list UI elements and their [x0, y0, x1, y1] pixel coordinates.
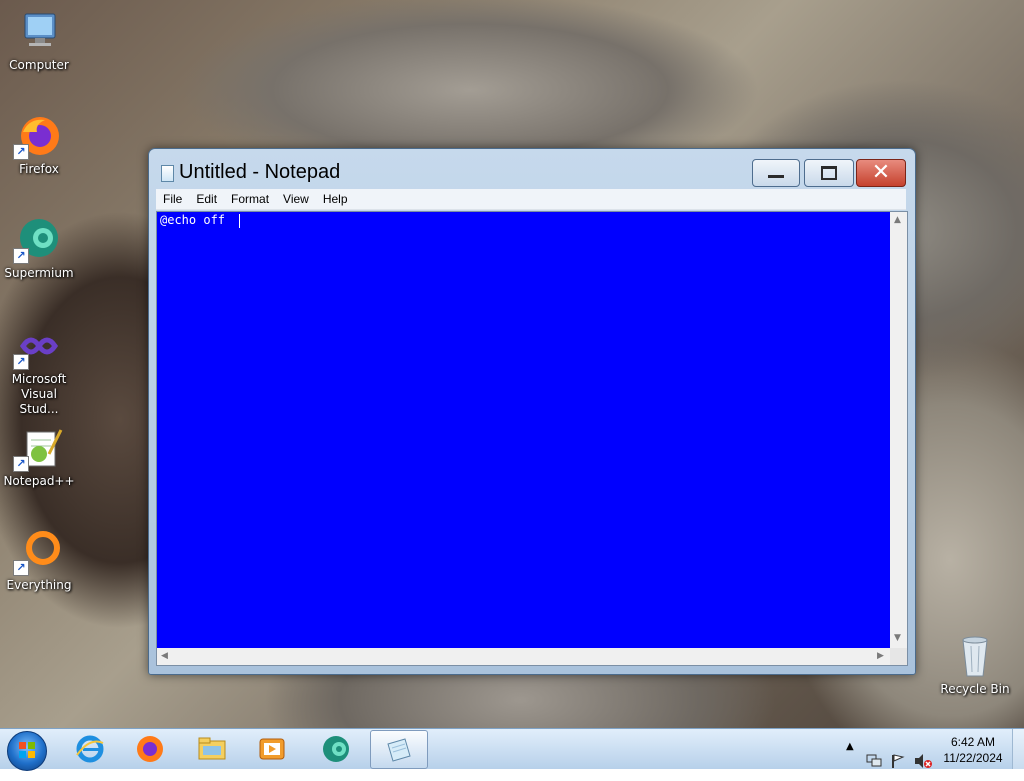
- menu-format[interactable]: Format: [224, 192, 276, 206]
- taskbar-internet-explorer[interactable]: [62, 730, 118, 767]
- show-desktop-button[interactable]: [1012, 729, 1024, 769]
- desktop-icon-computer[interactable]: Computer: [1, 8, 77, 73]
- menu-file[interactable]: File: [156, 192, 189, 206]
- supermium-icon: ↗: [13, 216, 63, 264]
- start-button[interactable]: [7, 731, 47, 771]
- vertical-scrollbar[interactable]: ▲ ▼: [890, 211, 908, 648]
- recycle-bin-icon: [951, 632, 999, 680]
- resize-grip[interactable]: [890, 648, 908, 666]
- taskbar-firefox[interactable]: [122, 730, 178, 767]
- close-icon: ✕: [871, 160, 891, 185]
- maximize-icon: [821, 166, 837, 180]
- window-title: Untitled - Notepad: [179, 161, 341, 183]
- volume-muted-icon[interactable]: [914, 741, 932, 781]
- close-button[interactable]: ✕: [856, 159, 906, 187]
- windows-logo-icon: [19, 742, 35, 758]
- text-editor-area[interactable]: @echo off: [156, 211, 891, 649]
- desktop-icon-recycle-bin[interactable]: Recycle Bin: [937, 632, 1013, 697]
- shortcut-arrow-icon: ↗: [13, 144, 29, 160]
- desktop-icon-supermium[interactable]: ↗ Supermium: [1, 216, 77, 281]
- text-caret: [239, 214, 240, 228]
- firefox-icon: [137, 735, 163, 762]
- desktop-icon-everything[interactable]: ↗ Everything: [1, 528, 77, 593]
- show-hidden-icons-arrow[interactable]: ▲: [846, 741, 854, 781]
- taskbar: ▲ 6:42 AM 11/22/2024: [0, 728, 1024, 771]
- network-icon[interactable]: [866, 741, 882, 781]
- maximize-button[interactable]: [804, 159, 854, 187]
- title-bar[interactable]: Untitled - Notepad ✕: [149, 149, 915, 189]
- everything-icon: ↗: [13, 528, 63, 576]
- shortcut-arrow-icon: ↗: [13, 354, 29, 370]
- taskbar-notepad[interactable]: [370, 730, 428, 769]
- notepad-app-icon: [161, 165, 174, 182]
- horizontal-scrollbar[interactable]: ◀ ▶: [156, 648, 891, 666]
- desktop-icon-label: Microsoft Visual Stud...: [11, 372, 67, 416]
- clock-date: 11/22/2024: [943, 751, 1003, 765]
- clock-time: 6:42 AM: [950, 735, 996, 749]
- desktop-icon-label: Computer: [9, 58, 69, 72]
- shortcut-arrow-icon: ↗: [13, 560, 29, 576]
- media-player-icon: [259, 738, 285, 759]
- notepad-icon: [387, 737, 411, 762]
- firefox-icon: ↗: [13, 112, 63, 160]
- internet-explorer-icon: [76, 735, 104, 762]
- desktop-icon-label: Notepad++: [3, 474, 75, 488]
- menu-edit[interactable]: Edit: [189, 192, 224, 206]
- scroll-right-icon[interactable]: ▶: [877, 651, 884, 661]
- scroll-down-icon[interactable]: ▼: [894, 633, 901, 643]
- desktop-icon-label: Recycle Bin: [940, 682, 1010, 696]
- desktop-icon-visual-studio[interactable]: ↗ Microsoft Visual Stud...: [1, 322, 77, 417]
- action-center-flag-icon[interactable]: [890, 741, 906, 781]
- menu-view[interactable]: View: [276, 192, 316, 206]
- notepad-window[interactable]: Untitled - Notepad ✕ File Edit Format Vi…: [148, 148, 916, 675]
- taskbar-supermium[interactable]: [308, 730, 364, 767]
- taskbar-media-player[interactable]: [244, 730, 300, 767]
- taskbar-file-explorer[interactable]: [184, 730, 240, 767]
- desktop-icon-notepadpp[interactable]: ↗ Notepad++: [1, 424, 77, 489]
- desktop-icon-label: Everything: [6, 578, 72, 592]
- system-clock[interactable]: 6:42 AM 11/22/2024: [938, 734, 1008, 766]
- menu-bar: File Edit Format View Help: [156, 189, 906, 210]
- shortcut-arrow-icon: ↗: [13, 456, 29, 472]
- shortcut-arrow-icon: ↗: [13, 248, 29, 264]
- minimize-icon: [768, 174, 784, 178]
- notepadpp-icon: ↗: [13, 424, 63, 472]
- scroll-left-icon[interactable]: ◀: [161, 651, 168, 661]
- scroll-up-icon[interactable]: ▲: [894, 215, 901, 225]
- desktop-icon-label: Firefox: [19, 162, 59, 176]
- file-explorer-icon: [198, 737, 226, 759]
- desktop-icon-firefox[interactable]: ↗ Firefox: [1, 112, 77, 177]
- computer-icon: [15, 8, 63, 56]
- supermium-icon: [323, 735, 349, 762]
- desktop-icon-label: Supermium: [4, 266, 74, 280]
- minimize-button[interactable]: [752, 159, 800, 187]
- editor-content: @echo off: [160, 213, 233, 227]
- menu-help[interactable]: Help: [316, 192, 355, 206]
- visual-studio-icon: ↗: [13, 322, 63, 370]
